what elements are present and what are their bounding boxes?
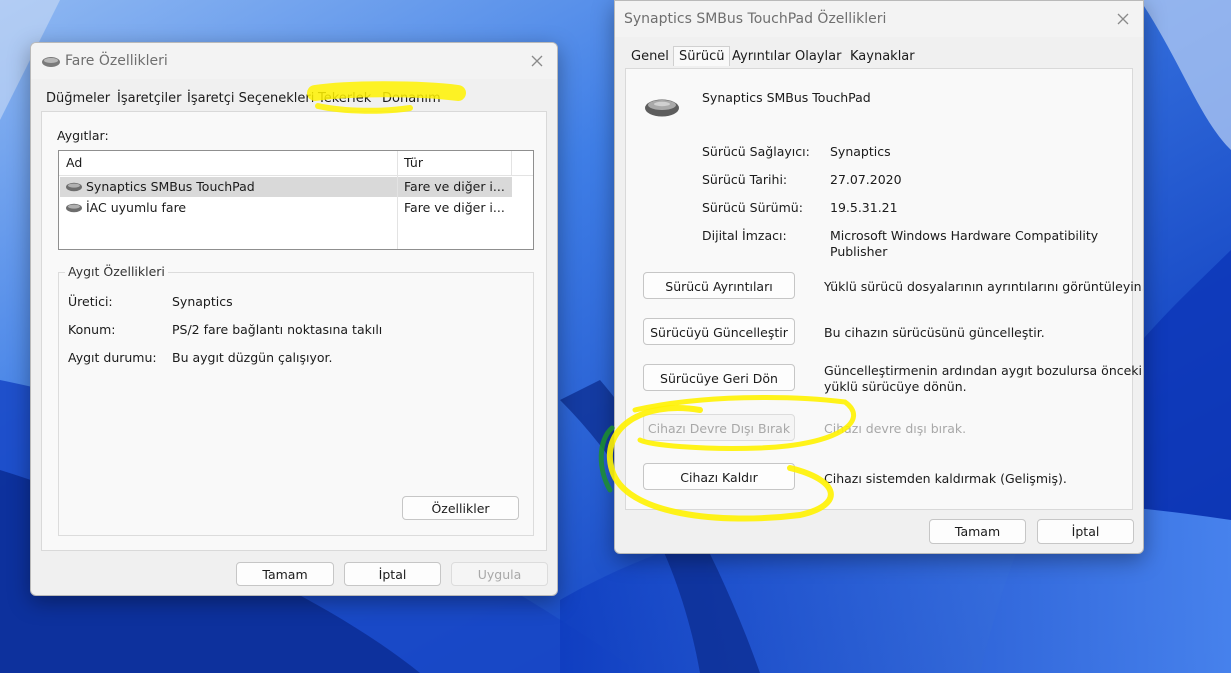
mouse-icon [66, 203, 82, 213]
info-value-line1: Microsoft Windows Hardware Compatibility [830, 228, 1099, 243]
tab-wheel[interactable]: Tekerlek [318, 91, 371, 106]
devices-label: Aygıtlar: [57, 128, 109, 143]
tab-details[interactable]: Ayrıntılar [732, 49, 791, 64]
devices-list-header: Ad Tür [59, 151, 533, 176]
hardware-tab-panel: Aygıtlar: Ad Tür Synaptics SMBus TouchPa… [41, 111, 547, 551]
roll-back-driver-button[interactable]: Sürücüye Geri Dön [643, 364, 795, 391]
driver-properties-dialog: Synaptics SMBus TouchPad Özellikleri Gen… [614, 0, 1144, 554]
column-separator[interactable] [397, 151, 398, 175]
driver-dialog-title: Synaptics SMBus TouchPad Özellikleri [624, 11, 887, 27]
info-value-line2: Publisher [830, 244, 888, 259]
info-value: 19.5.31.21 [830, 200, 898, 215]
driver-dialog-titlebar[interactable]: Synaptics SMBus TouchPad Özellikleri [615, 1, 1143, 37]
ok-button[interactable]: Tamam [929, 519, 1026, 544]
prop-key: Üretici: [68, 294, 113, 309]
device-name: Synaptics SMBus TouchPad [702, 90, 871, 105]
prop-value: PS/2 fare bağlantı noktasına takılı [172, 322, 383, 337]
mouse-icon [66, 182, 82, 192]
apply-button[interactable]: Uygula [451, 562, 548, 586]
mouse-icon [42, 57, 60, 67]
close-icon[interactable] [1113, 9, 1133, 29]
prop-key: Konum: [68, 322, 116, 337]
device-row-touchpad[interactable]: Synaptics SMBus TouchPad Fare ve diğer i… [60, 177, 512, 197]
prop-value: Synaptics [172, 294, 233, 309]
mouse-dialog-title: Fare Özellikleri [65, 53, 168, 69]
ok-button[interactable]: Tamam [236, 562, 334, 586]
driver-details-button[interactable]: Sürücü Ayrıntıları [643, 272, 795, 299]
column-separator [397, 175, 398, 249]
action-description-line1: Güncelleştirmenin ardından aygıt bozulur… [824, 363, 1143, 378]
cancel-button[interactable]: İptal [344, 562, 441, 586]
info-key: Sürücü Sağlayıcı: [702, 144, 810, 159]
prop-key: Aygıt durumu: [68, 350, 157, 365]
close-icon[interactable] [527, 51, 547, 71]
action-description: Bu cihazın sürücüsünü güncelleştir. [824, 325, 1045, 340]
tab-buttons[interactable]: Düğmeler [46, 91, 110, 106]
mouse-dialog-tabs: Düğmeler İşaretçiler İşaretçi Seçenekler… [46, 91, 547, 113]
tab-pointers[interactable]: İşaretçiler [117, 91, 181, 106]
disable-device-button[interactable]: Cihazı Devre Dışı Bırak [643, 414, 795, 441]
uninstall-device-button[interactable]: Cihazı Kaldır [643, 463, 795, 490]
action-description-line2: yüklü sürücüye dönün. [824, 379, 967, 394]
column-separator[interactable] [511, 151, 512, 175]
info-key: Dijital İmzacı: [702, 228, 787, 243]
tab-pointer-options[interactable]: İşaretçi Seçenekleri [187, 91, 314, 106]
action-description: Cihazı sistemden kaldırmak (Gelişmiş). [824, 471, 1067, 486]
info-key: Sürücü Tarihi: [702, 172, 788, 187]
device-name: İAC uyumlu fare [86, 200, 187, 215]
tab-general[interactable]: Genel [631, 49, 669, 64]
tab-events[interactable]: Olaylar [795, 49, 841, 64]
column-type[interactable]: Tür [404, 155, 423, 170]
properties-button[interactable]: Özellikler [402, 496, 519, 520]
column-name[interactable]: Ad [66, 155, 82, 170]
device-name: Synaptics SMBus TouchPad [86, 179, 255, 194]
device-properties-title: Aygıt Özellikleri [65, 264, 168, 279]
device-row-iac-mouse[interactable]: İAC uyumlu fare Fare ve diğer i... [60, 198, 512, 218]
device-type: Fare ve diğer i... [404, 200, 505, 215]
info-value: Synaptics [830, 144, 891, 159]
driver-tab-panel: Synaptics SMBus TouchPad Sürücü Sağlayıc… [625, 68, 1143, 510]
update-driver-button[interactable]: Sürücüyü Güncelleştir [643, 318, 795, 345]
tab-hardware[interactable]: Donanım [382, 91, 441, 106]
mouse-properties-dialog: Fare Özellikleri Düğmeler İşaretçiler İş… [30, 42, 558, 596]
mouse-dialog-titlebar[interactable]: Fare Özellikleri [31, 43, 557, 79]
action-description: Yüklü sürücü dosyalarının ayrıntılarını … [824, 279, 1144, 294]
device-properties-group: Aygıt Özellikleri Üretici: Synaptics Kon… [58, 264, 534, 536]
devices-list[interactable]: Ad Tür Synaptics SMBus TouchPad Fare ve … [58, 150, 534, 250]
prop-value: Bu aygıt düzgün çalışıyor. [172, 350, 333, 365]
action-description: Cihazı devre dışı bırak. [824, 421, 967, 436]
device-type: Fare ve diğer i... [404, 179, 505, 194]
info-value: 27.07.2020 [830, 172, 902, 187]
tab-resources[interactable]: Kaynaklar [850, 49, 915, 64]
info-key: Sürücü Sürümü: [702, 200, 803, 215]
cancel-button[interactable]: İptal [1037, 519, 1134, 544]
tab-driver[interactable]: Sürücü [673, 46, 731, 66]
touchpad-mouse-icon [645, 99, 679, 117]
